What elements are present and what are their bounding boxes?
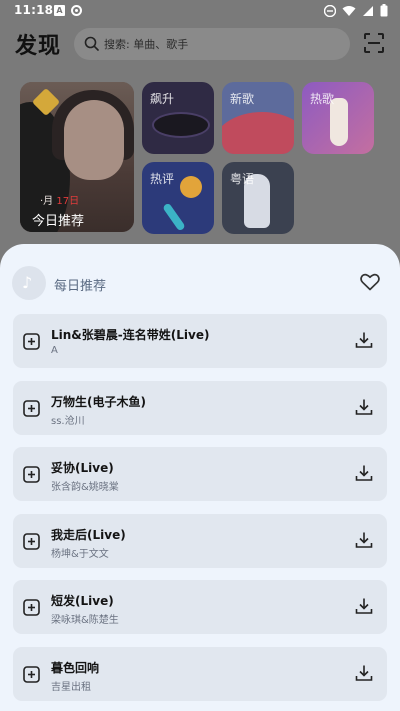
soar-chart-tile[interactable]: 飙升: [142, 82, 214, 154]
search-bar[interactable]: 搜索: 单曲、歌手: [74, 28, 350, 60]
status-bar: 11:18 A: [0, 0, 400, 22]
cover-face: [64, 100, 124, 180]
cantonese-tile[interactable]: 粤语: [222, 162, 294, 234]
song-row[interactable]: 妥协(Live) 张含韵&姚晓棠: [13, 447, 387, 501]
tile-label-new: 新歌: [230, 92, 255, 106]
daily-title: 今日推荐: [32, 214, 85, 229]
download-icon[interactable]: [355, 531, 373, 549]
signal-icon: [363, 5, 373, 16]
record-icon: [71, 5, 82, 16]
sun-art: [180, 176, 202, 198]
status-time: 11:18: [14, 3, 54, 17]
song-row[interactable]: 万物生(电子木鱼) ss.沧川: [13, 381, 387, 435]
music-note-icon: ♪: [12, 266, 46, 300]
tile-label-soar: 飙升: [150, 92, 175, 106]
sheet-title: 每日推荐: [54, 279, 107, 294]
page-title: 发现: [15, 34, 62, 59]
song-name: 万物生(电子木鱼): [51, 395, 146, 409]
daily-recommend-sheet: ♪ 每日推荐 Lin&张碧晨-连名带姓(Live) A 万物生(电子木鱼) ss…: [0, 244, 400, 711]
daily-date: ·月 17日: [40, 196, 80, 207]
download-icon[interactable]: [355, 398, 373, 416]
turntable-art: [152, 112, 210, 138]
song-row[interactable]: 我走后(Live) 杨坤&于文文: [13, 514, 387, 568]
add-to-playlist-icon[interactable]: [23, 533, 40, 550]
sheet-header: ♪ 每日推荐: [12, 266, 388, 300]
hot-songs-tile[interactable]: 热歌: [302, 82, 374, 154]
search-placeholder: 搜索: 单曲、歌手: [104, 38, 189, 51]
song-artist: ss.沧川: [51, 416, 85, 427]
song-artist: 吉星出租: [51, 682, 91, 693]
song-name: 短发(Live): [51, 594, 114, 608]
song-name: 妥协(Live): [51, 461, 114, 475]
stroke-art: [162, 202, 186, 232]
download-icon[interactable]: [355, 664, 373, 682]
scan-icon[interactable]: [363, 32, 385, 54]
song-artist: A: [51, 345, 58, 356]
add-to-playlist-icon[interactable]: [23, 333, 40, 350]
new-songs-art: [222, 112, 294, 154]
heart-icon[interactable]: [360, 273, 380, 291]
notification-a-icon: A: [54, 5, 65, 16]
add-to-playlist-icon[interactable]: [23, 400, 40, 417]
song-artist: 张含韵&姚晓棠: [51, 482, 119, 493]
song-artist: 梁咏琪&陈楚生: [51, 615, 119, 626]
wifi-icon: [342, 5, 356, 16]
download-icon[interactable]: [355, 597, 373, 615]
hot-review-tile[interactable]: 热评: [142, 162, 214, 234]
song-artist: 杨坤&于文文: [51, 549, 109, 560]
add-to-playlist-icon[interactable]: [23, 466, 40, 483]
download-icon[interactable]: [355, 331, 373, 349]
tile-label-canto: 粤语: [230, 172, 255, 186]
do-not-disturb-icon: [324, 4, 336, 17]
download-icon[interactable]: [355, 464, 373, 482]
song-row[interactable]: 短发(Live) 梁咏琪&陈楚生: [13, 580, 387, 634]
daily-recommend-tile[interactable]: ·月 17日 今日推荐: [20, 82, 134, 232]
header: 发现 搜索: 单曲、歌手: [0, 26, 400, 62]
battery-icon: [380, 4, 388, 17]
song-row[interactable]: Lin&张碧晨-连名带姓(Live) A: [13, 314, 387, 368]
song-row[interactable]: 暮色回响 吉星出租: [13, 647, 387, 701]
song-name: 我走后(Live): [51, 528, 126, 542]
tile-label-hot: 热歌: [310, 92, 335, 106]
song-name: 暮色回响: [51, 661, 100, 675]
add-to-playlist-icon[interactable]: [23, 666, 40, 683]
new-songs-tile[interactable]: 新歌: [222, 82, 294, 154]
song-name: Lin&张碧晨-连名带姓(Live): [51, 328, 210, 342]
tile-label-review: 热评: [150, 172, 175, 186]
search-icon: [84, 36, 99, 51]
add-to-playlist-icon[interactable]: [23, 599, 40, 616]
